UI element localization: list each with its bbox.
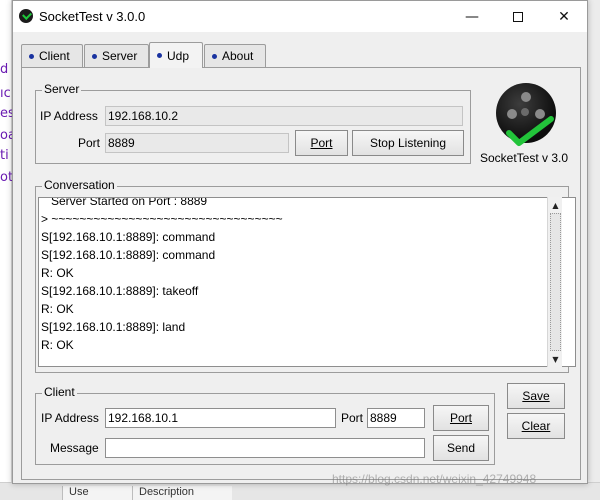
tab-bullet-icon bbox=[29, 53, 34, 59]
tab-label: Client bbox=[39, 49, 70, 63]
background-text: es bbox=[0, 106, 15, 121]
background-left-panel: d ıc es oa ti ot bbox=[0, 0, 16, 500]
tab-bullet-icon bbox=[212, 53, 217, 59]
stop-listening-button[interactable]: Stop Listening bbox=[352, 130, 464, 156]
scroll-down-icon[interactable]: ▼ bbox=[549, 352, 562, 366]
conversation-text-area[interactable]: Server Started on Port : 8889 > ~~~~~~~~… bbox=[38, 197, 576, 367]
server-ip-field[interactable]: 192.168.10.2 bbox=[105, 106, 463, 126]
conversation-line: S[192.168.10.1:8889]: command bbox=[41, 248, 216, 262]
clear-button-label: Clear bbox=[521, 419, 551, 433]
logo-check-icon bbox=[506, 116, 554, 146]
server-port-label: Port bbox=[78, 136, 101, 150]
background-right-panel bbox=[588, 0, 600, 500]
conversation-group-title: Conversation bbox=[42, 178, 117, 192]
save-button-label: Save bbox=[522, 389, 550, 403]
minimize-icon: — bbox=[465, 8, 479, 25]
tab-client[interactable]: Client bbox=[21, 44, 83, 67]
conversation-line: R: OK bbox=[41, 338, 74, 352]
clear-button[interactable]: Clear bbox=[507, 413, 565, 439]
tab-bullet-icon bbox=[92, 53, 97, 59]
conversation-scrollbar[interactable]: ▲ ▼ bbox=[547, 197, 562, 367]
message-input[interactable] bbox=[105, 438, 425, 458]
server-port-button-label: Port bbox=[310, 136, 333, 150]
minimize-button[interactable]: — bbox=[449, 1, 495, 32]
sockettest-window: SocketTest v 3.0.0 — ✕ Client Server Udp… bbox=[12, 0, 588, 484]
close-button[interactable]: ✕ bbox=[541, 1, 587, 32]
logo-caption: SocketTest v 3.0 bbox=[480, 151, 569, 165]
server-port-button[interactable]: Port bbox=[295, 130, 348, 156]
close-icon: ✕ bbox=[558, 8, 570, 25]
conversation-line: R: OK bbox=[41, 266, 74, 280]
save-button[interactable]: Save bbox=[507, 383, 565, 409]
conversation-line: R: OK bbox=[41, 302, 74, 316]
server-port-field[interactable]: 8889 bbox=[105, 133, 289, 153]
conversation-log: Server Started on Port : 8889 > ~~~~~~~~… bbox=[41, 197, 546, 354]
client-port-button[interactable]: Port bbox=[433, 405, 489, 431]
app-icon bbox=[19, 9, 33, 23]
client-port-button-label: Port bbox=[449, 411, 472, 425]
tab-label: About bbox=[222, 49, 254, 63]
tab-label: Server bbox=[102, 49, 138, 63]
background-text: d bbox=[0, 62, 9, 77]
background-table-header: Use bbox=[62, 486, 132, 500]
tab-bullet-icon bbox=[157, 53, 162, 58]
conversation-line: S[192.168.10.1:8889]: command bbox=[41, 230, 216, 244]
send-button[interactable]: Send bbox=[433, 435, 489, 461]
stop-listening-button-label: Stop Listening bbox=[369, 136, 447, 150]
maximize-icon bbox=[513, 11, 523, 22]
maximize-button[interactable] bbox=[495, 1, 541, 32]
background-table-header: Description bbox=[132, 486, 232, 500]
background-text: ot bbox=[0, 170, 14, 185]
background-text: ti bbox=[0, 148, 9, 163]
conversation-line: Server Started on Port : 8889 bbox=[41, 197, 208, 208]
server-ip-label: IP Address bbox=[40, 109, 98, 123]
send-button-label: Send bbox=[446, 441, 476, 455]
message-label: Message bbox=[50, 441, 99, 455]
logo-hole bbox=[521, 92, 531, 102]
client-port-field[interactable]: 8889 bbox=[367, 408, 425, 428]
client-ip-field[interactable]: 192.168.10.1 bbox=[105, 408, 336, 428]
client-ip-label: IP Address bbox=[41, 411, 99, 425]
tab-about[interactable]: About bbox=[204, 44, 266, 67]
conversation-line: > ~~~~~~~~~~~~~~~~~~~~~~~~~~~~~~~~~ bbox=[41, 212, 283, 226]
tab-udp[interactable]: Udp bbox=[149, 42, 203, 68]
title-bar[interactable]: SocketTest v 3.0.0 — ✕ bbox=[13, 1, 587, 32]
client-group-title: Client bbox=[42, 385, 77, 399]
scroll-up-icon[interactable]: ▲ bbox=[549, 198, 562, 212]
tab-label: Udp bbox=[167, 48, 190, 63]
window-title: SocketTest v 3.0.0 bbox=[39, 9, 146, 24]
background-text: ıc bbox=[0, 86, 11, 101]
background-text: oa bbox=[0, 128, 16, 143]
conversation-line: S[192.168.10.1:8889]: takeoff bbox=[41, 284, 199, 298]
client-port-label: Port bbox=[341, 411, 364, 425]
conversation-line: S[192.168.10.1:8889]: land bbox=[41, 320, 186, 334]
watermark-text: https://blog.csdn.net/weixin_42749948 bbox=[332, 472, 537, 486]
server-group-title: Server bbox=[42, 82, 82, 96]
scrollbar-thumb[interactable] bbox=[550, 213, 561, 351]
tab-server[interactable]: Server bbox=[84, 44, 149, 67]
